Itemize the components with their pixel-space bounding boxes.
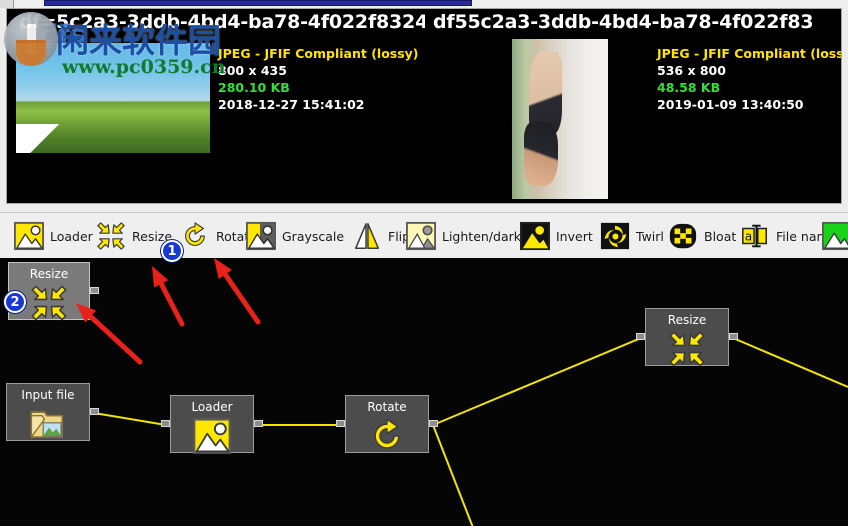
- toolbar-item-bloat[interactable]: Bloat: [668, 221, 736, 251]
- graph-node-resize-top[interactable]: Resize: [636, 308, 738, 368]
- node-input-port[interactable]: [636, 333, 645, 340]
- watermark-brand-cn: 闲来软件园: [56, 21, 221, 60]
- flip-triangles-icon: [352, 221, 382, 251]
- preview-right-filename: df55c2a3-3ddb-4bd4-ba78-4f022f83: [433, 11, 814, 33]
- annotation-badge-2: 2: [4, 291, 26, 313]
- svg-text:a: a: [745, 230, 752, 244]
- annotation-badge-1: 1: [161, 240, 183, 262]
- graph-node-title: Resize: [29, 267, 69, 281]
- invert-image-icon: [520, 221, 550, 251]
- annotation-arrow-to-rotate-toolbar: [198, 242, 274, 338]
- node-output-port[interactable]: [429, 420, 438, 427]
- preview-right-format: JPEG - JFIF Compliant (lossy): [657, 46, 842, 61]
- portrait-photo-icon: [512, 39, 608, 199]
- node-output-port[interactable]: [90, 408, 99, 415]
- node-output-port[interactable]: [729, 333, 738, 340]
- site-watermark: dfs 闲来软件园 www.pc0359.cn: [0, 6, 330, 84]
- graph-node-title: Rotate: [367, 400, 407, 414]
- node-connection-wire[interactable]: [732, 337, 848, 388]
- folder-image-icon: [29, 405, 67, 443]
- toolbar-item-label: Twirl: [636, 228, 664, 244]
- watermark-url: www.pc0359.cn: [62, 56, 226, 78]
- preview-pane-right[interactable]: df55c2a3-3ddb-4bd4-ba78-4f022f83 JPEG - …: [425, 9, 842, 203]
- node-connection-wire[interactable]: [432, 424, 558, 526]
- rotate-arrow-icon: [368, 417, 406, 455]
- preview-right-thumbnail[interactable]: [512, 39, 608, 199]
- application-window: df=5c2a3-3ddb-4bd4-ba78-4f022f8324... JP…: [0, 0, 848, 526]
- toolbar-item-green-image[interactable]: [822, 221, 848, 251]
- graph-node-loader[interactable]: Loader: [161, 395, 263, 455]
- node-input-port[interactable]: [336, 420, 345, 427]
- bloat-sphere-icon: [668, 221, 698, 251]
- image-loader-icon: [14, 221, 44, 251]
- resize-arrows-icon: [96, 221, 126, 251]
- file-name-text-icon: a: [740, 221, 770, 251]
- node-output-port[interactable]: [254, 420, 263, 427]
- annotation-arrow-to-dragged-node: [60, 287, 156, 378]
- preview-right-datetime: 2019-01-09 13:40:50: [657, 97, 804, 112]
- toolbar-item-label: Bloat: [704, 228, 737, 244]
- preview-right-metadata: JPEG - JFIF Compliant (lossy) 536 x 800 …: [657, 45, 842, 113]
- image-loader-icon: [193, 417, 231, 455]
- graph-node-input-file[interactable]: Input file: [6, 383, 99, 443]
- graph-node-title: Input file: [21, 388, 75, 402]
- toolbar-item-twirl[interactable]: Twirl: [600, 221, 664, 251]
- resize-arrows-icon: [668, 330, 706, 368]
- green-image-icon: [822, 221, 848, 251]
- toolbar-item-loader[interactable]: Loader: [14, 221, 93, 251]
- toolbar-item-lighten-darken[interactable]: Lighten/darken: [406, 221, 536, 251]
- toolbar-item-label: Invert: [556, 228, 593, 244]
- node-connection-wire[interactable]: [432, 337, 642, 426]
- node-connection-wire[interactable]: [258, 424, 341, 426]
- watermark-logo-icon: [4, 12, 58, 66]
- toolbar-item-invert[interactable]: Invert: [520, 221, 593, 251]
- graph-node-rotate[interactable]: Rotate: [336, 395, 438, 455]
- toolbar-item-label: Grayscale: [282, 228, 345, 244]
- graph-node-title: Loader: [191, 400, 233, 414]
- node-input-port[interactable]: [161, 420, 170, 427]
- graph-node-title: Resize: [667, 313, 707, 327]
- preview-right-filesize: 48.58 KB: [657, 80, 721, 95]
- preview-right-dimensions: 536 x 800: [657, 63, 726, 78]
- preview-left-datetime: 2018-12-27 15:41:02: [218, 97, 365, 112]
- lighten-darken-icon: [406, 221, 436, 251]
- watermark-logo-glyph: [27, 24, 36, 54]
- twirl-icon: [600, 221, 630, 251]
- effects-toolbar: Loader Resize Rotate Grayscale Flip Lighten/d…: [0, 212, 848, 258]
- toolbar-item-flip[interactable]: Flip: [352, 221, 410, 251]
- toolbar-item-label: Loader: [50, 228, 93, 244]
- node-connection-wire[interactable]: [93, 412, 167, 426]
